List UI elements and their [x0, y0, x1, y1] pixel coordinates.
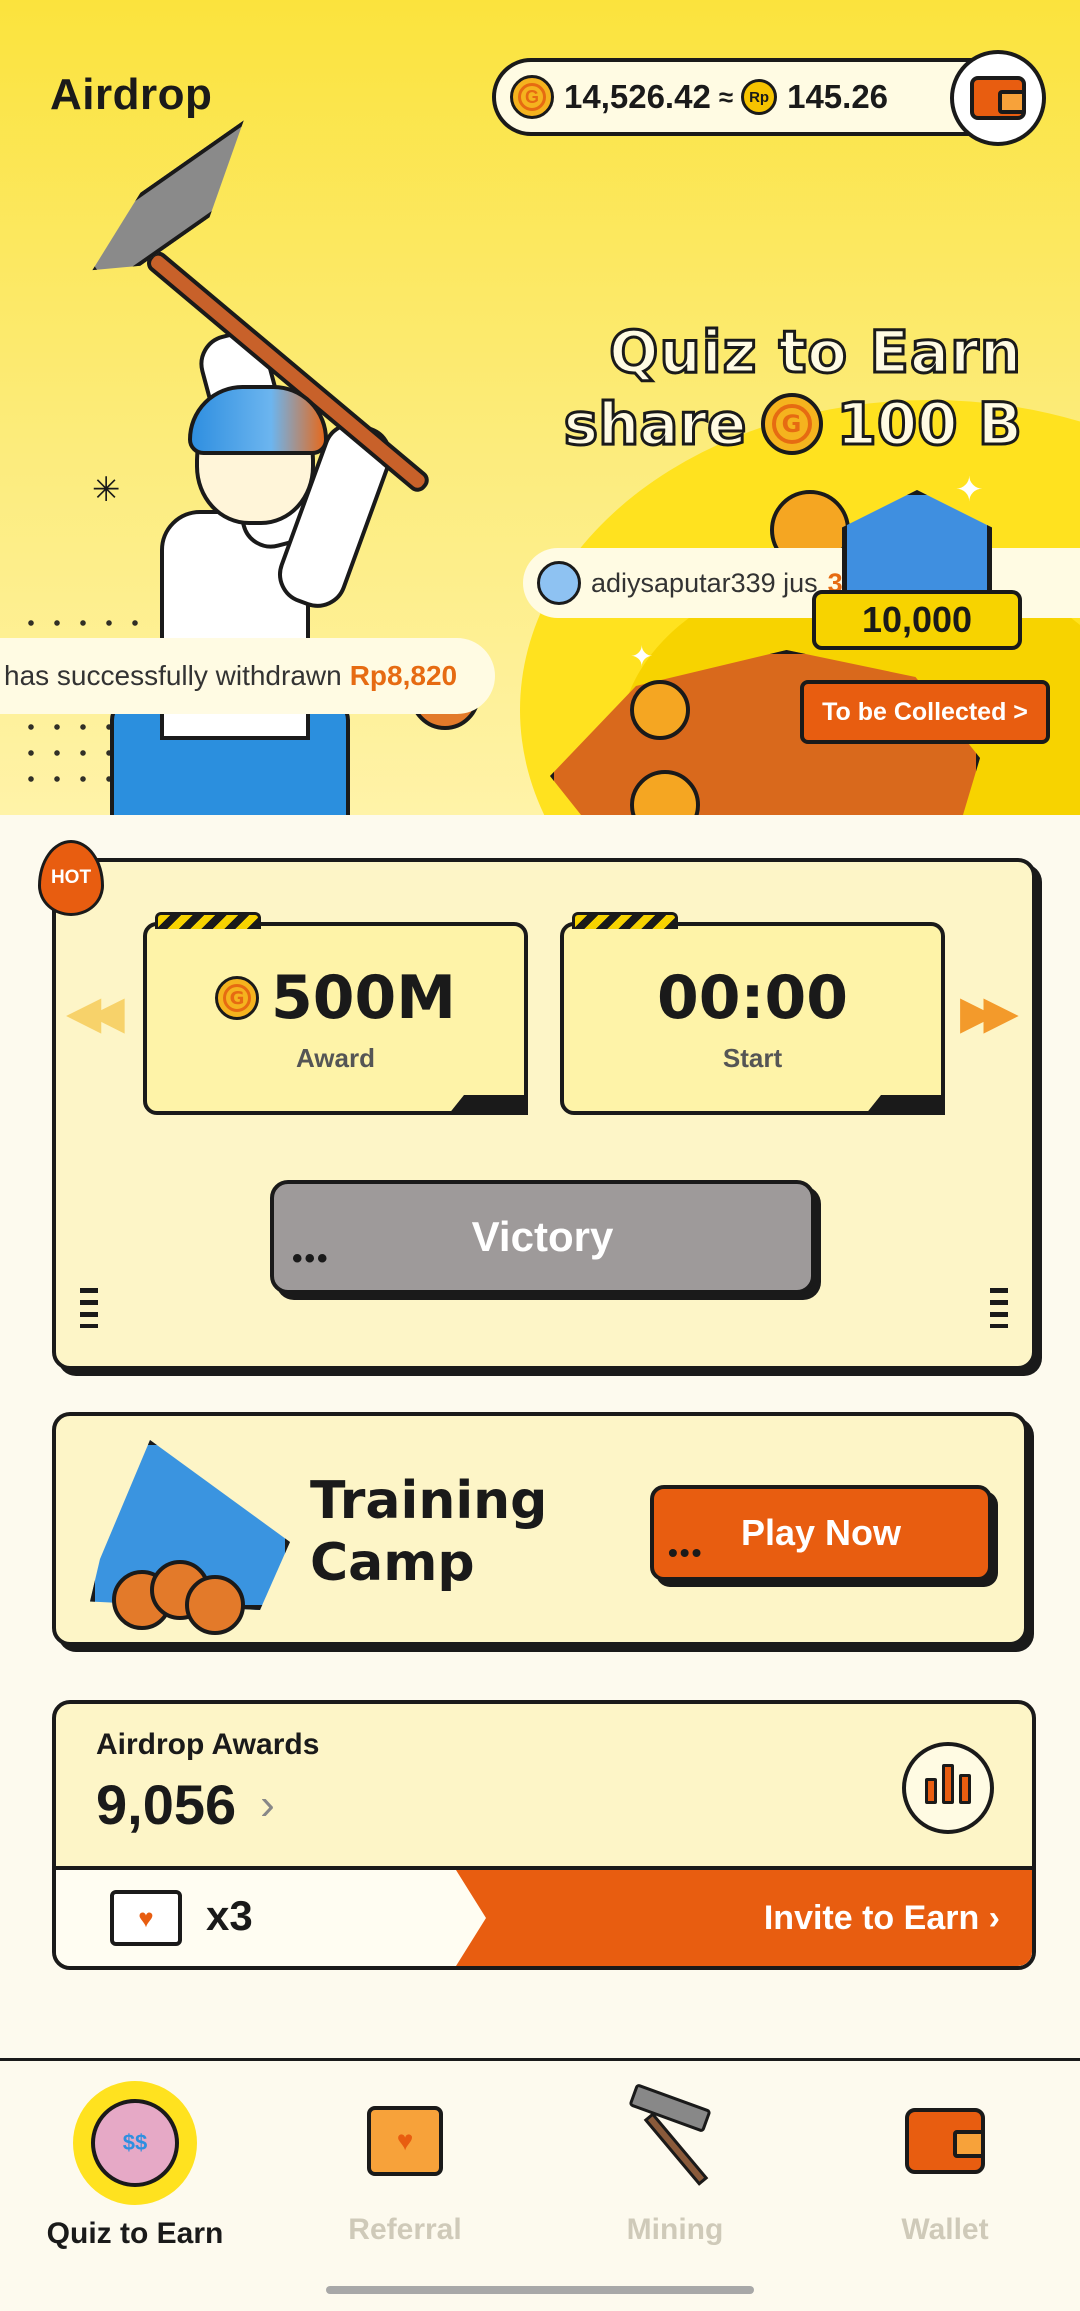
wallet-button[interactable]: [950, 50, 1046, 146]
nav-item-mining[interactable]: Mining: [575, 2081, 775, 2281]
nav-item-wallet[interactable]: Wallet: [845, 2081, 1045, 2281]
bar-chart-icon: [942, 1764, 954, 1804]
hot-badge: HOT: [38, 840, 104, 920]
user-avatar-icon: [537, 561, 581, 605]
coin-icon: G: [510, 75, 554, 119]
wallet-icon: [970, 76, 1026, 120]
nav-label: Referral: [348, 2213, 462, 2246]
nav-label: Quiz to Earn: [46, 2217, 224, 2250]
decorative-lines: [80, 1288, 98, 1328]
sparkle-icon: ✳: [92, 471, 121, 509]
award-label: Award: [296, 1043, 375, 1073]
awards-value: 9,056: [96, 1773, 237, 1836]
avatar-face-icon: $$: [91, 2099, 179, 2187]
hero-banner[interactable]: ✳ ✦ ✦ Quiz to Earn share G 100 B adiysap…: [0, 0, 1080, 815]
coin-illustration: [185, 1575, 245, 1635]
victory-label: Victory: [471, 1213, 614, 1260]
victory-button[interactable]: Victory •••: [270, 1180, 815, 1294]
wallet-icon: [905, 2108, 985, 2174]
nav-icon-wrap: ♥: [345, 2081, 465, 2201]
awards-label: Airdrop Awards: [96, 1728, 320, 1761]
home-indicator: [326, 2286, 754, 2294]
victory-dots: •••: [292, 1242, 330, 1275]
avatar: $$: [73, 2081, 197, 2205]
coin-illustration: [630, 680, 690, 740]
rupiah-icon: Rp: [741, 79, 778, 115]
ticker-username: adiysaputar339: [591, 567, 776, 598]
heart-mail-icon: ♥: [110, 1890, 182, 1946]
reward-amount: 10,000: [812, 590, 1022, 650]
nav-item-quiz-to-earn[interactable]: $$ Quiz to Earn: [35, 2081, 235, 2281]
next-arrow-icon[interactable]: ▶▶: [960, 985, 1019, 1039]
nav-item-referral[interactable]: ♥ Referral: [305, 2081, 505, 2281]
share-prefix: share: [562, 389, 748, 460]
fiat-balance: 145.26: [787, 78, 889, 115]
page-title: Airdrop: [50, 70, 213, 119]
nav-icon-wrap: [615, 2081, 735, 2201]
nav-icon-wrap: [885, 2081, 1005, 2201]
character-hair: [188, 385, 328, 455]
award-panel: G 500M Award: [143, 912, 528, 1115]
hero-headline: Quiz to Earn: [608, 317, 1023, 388]
award-row: G 500M: [215, 963, 456, 1033]
coin-balance: 14,526.42: [564, 78, 711, 115]
pickaxe-icon: [628, 2083, 720, 2186]
nav-label: Mining: [626, 2213, 724, 2246]
timer-label: Start: [722, 1043, 783, 1073]
awards-value-link[interactable]: 9,056 ›: [96, 1772, 275, 1837]
reward-badge: 10,000: [812, 490, 1022, 690]
timer-value: 00:00: [657, 963, 848, 1033]
camp-title-line: Training: [310, 1471, 548, 1531]
stats-button[interactable]: [902, 1742, 994, 1834]
hero-share-line: share G 100 B: [562, 389, 1023, 460]
invite-label: Invite to Earn ›: [763, 1898, 1000, 1937]
share-amount: 100 B: [835, 389, 1023, 460]
timer-panel: 00:00 Start: [560, 912, 945, 1115]
camp-title-line: Camp: [310, 1533, 475, 1594]
play-now-button[interactable]: Play Now •••: [650, 1485, 992, 1581]
approx-sign: ≈: [718, 81, 734, 112]
heart-mail-icon: ♥: [367, 2106, 443, 2176]
nav-label: Wallet: [901, 2213, 989, 2246]
chevron-right-icon: ›: [260, 1779, 275, 1829]
previous-arrow-icon[interactable]: ◀◀: [66, 985, 125, 1039]
sparkle-icon: ✦: [630, 641, 654, 672]
flame-icon: HOT: [38, 840, 104, 916]
to-be-collected-button[interactable]: To be Collected >: [800, 680, 1050, 744]
hot-label: HOT: [50, 867, 92, 888]
coin-icon: G: [215, 976, 260, 1020]
invite-to-earn-button[interactable]: Invite to Earn ›: [456, 1870, 1032, 1966]
coin-icon: G: [760, 393, 823, 455]
award-value: 500M: [271, 963, 456, 1033]
training-camp-title: Training Camp: [310, 1470, 547, 1595]
invite-count: x3: [206, 1892, 253, 1939]
withdraw-ticker: has successfully withdrawn Rp8,820: [0, 638, 495, 714]
decorative-lines: [990, 1288, 1008, 1328]
bottom-nav: $$ Quiz to Earn ♥ Referral Mining Wallet: [0, 2058, 1080, 2311]
bar-chart-icon: [925, 1778, 937, 1804]
ticker-text: has successfully withdrawn: [4, 660, 342, 691]
airdrop-awards-card: Airdrop Awards 9,056 › ♥ x3 Invite to Ea…: [52, 1700, 1036, 1970]
play-now-label: Play Now: [740, 1512, 902, 1553]
ticker-amount: Rp8,820: [349, 660, 458, 691]
bar-chart-icon: [959, 1774, 971, 1804]
invite-row: ♥ x3 Invite to Earn ›: [56, 1866, 1032, 1966]
play-dots: •••: [668, 1537, 704, 1568]
